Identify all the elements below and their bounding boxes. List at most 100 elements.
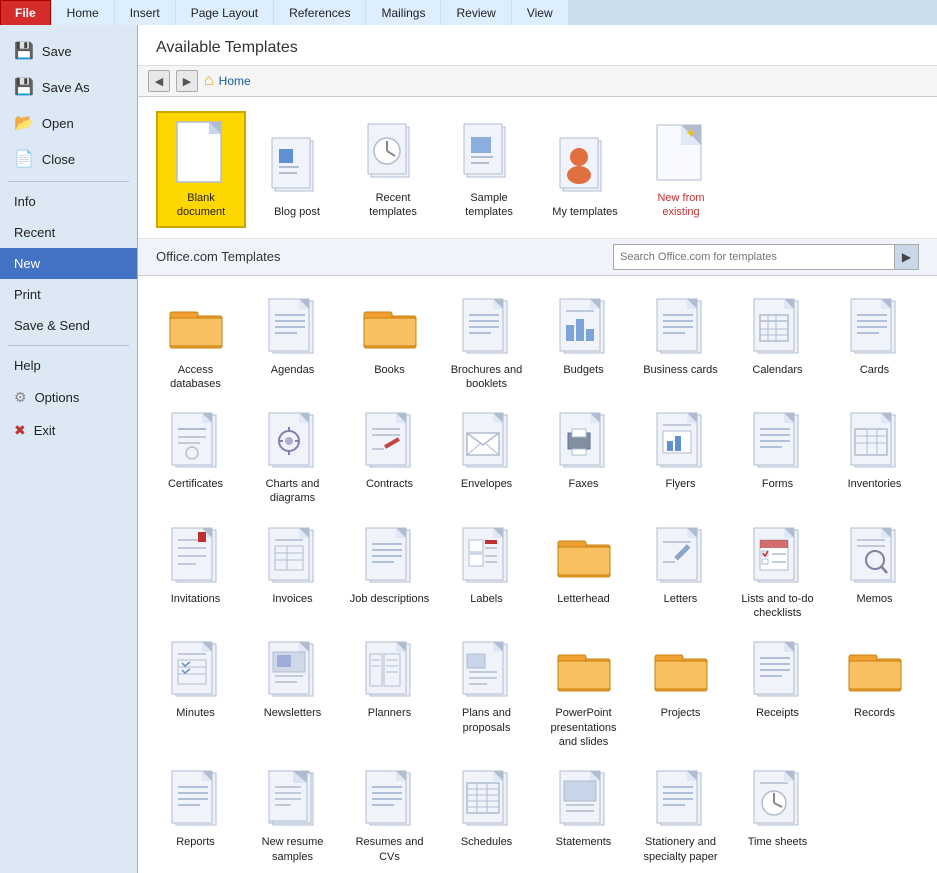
template-label: Letterhead (557, 592, 610, 606)
template-item-letterhead[interactable]: Letterhead (536, 515, 631, 628)
template-icon (164, 295, 228, 359)
template-item-invoices[interactable]: Invoices (245, 515, 340, 628)
sidebar-item-new[interactable]: New (0, 248, 137, 279)
template-item-minutes[interactable]: Minutes (148, 629, 243, 756)
template-icon (164, 767, 228, 831)
template-item-agendas[interactable]: Agendas (245, 286, 340, 399)
template-item-memos[interactable]: Memos (827, 515, 922, 628)
template-item-new-resume-samples[interactable]: New resume samples (245, 758, 340, 871)
ribbon-tab-file[interactable]: File (0, 0, 51, 25)
sidebar-item-exit[interactable]: ✖Exit (0, 414, 137, 447)
template-item-stationery-and-specialty-paper[interactable]: Stationery and specialty paper (633, 758, 728, 871)
template-icon (455, 638, 519, 702)
sidebar-item-save-as[interactable]: 💾Save As (0, 69, 137, 105)
sidebar-item-help[interactable]: Help (0, 350, 137, 381)
search-button[interactable]: ▶ (894, 245, 918, 269)
nav-home-link[interactable]: ⌂ Home (204, 72, 251, 90)
template-item-envelopes[interactable]: Envelopes (439, 400, 534, 513)
template-item-schedules[interactable]: Schedules (439, 758, 534, 871)
featured-label: My templates (552, 205, 617, 219)
featured-item-new-from-existing[interactable]: ✦ New from existing (636, 111, 726, 228)
template-item-budgets[interactable]: Budgets (536, 286, 631, 399)
ribbon-tab-review[interactable]: Review (441, 0, 510, 25)
template-label: Contracts (366, 477, 413, 491)
featured-item-blog-post[interactable]: Blog post (252, 125, 342, 227)
template-item-contracts[interactable]: Contracts (342, 400, 437, 513)
template-item-planners[interactable]: Planners (342, 629, 437, 756)
template-item-newsletters[interactable]: Newsletters (245, 629, 340, 756)
ribbon-tab-page-layout[interactable]: Page Layout (176, 0, 273, 25)
template-item-plans-and-proposals[interactable]: Plans and proposals (439, 629, 534, 756)
featured-item-blank-document[interactable]: Blank document (156, 111, 246, 228)
template-item-invitations[interactable]: Invitations (148, 515, 243, 628)
nav-back-button[interactable]: ◀ (148, 70, 170, 92)
template-item-lists-and-to-do-checklists[interactable]: Lists and to-do checklists (730, 515, 825, 628)
featured-icon (455, 119, 523, 187)
sidebar-item-print[interactable]: Print (0, 279, 137, 310)
main-content: Available Templates ◀ ▶ ⌂ Home Blank doc… (138, 25, 937, 873)
sidebar-item-close[interactable]: 📄Close (0, 141, 137, 177)
template-item-time-sheets[interactable]: Time sheets (730, 758, 825, 871)
ribbon-tab-insert[interactable]: Insert (115, 0, 175, 25)
template-label: Charts and diagrams (250, 477, 335, 506)
template-item-job-descriptions[interactable]: Job descriptions (342, 515, 437, 628)
template-icon (552, 638, 616, 702)
open-icon: 📂 (14, 113, 34, 133)
featured-label: New from existing (642, 191, 720, 220)
saveas-icon: 💾 (14, 77, 34, 97)
template-item-forms[interactable]: Forms (730, 400, 825, 513)
templates-grid: Access databases Agendas Books Brochures… (138, 276, 937, 873)
ribbon-tab-references[interactable]: References (274, 0, 365, 25)
template-item-calendars[interactable]: Calendars (730, 286, 825, 399)
sidebar-item-options[interactable]: ⚙Options (0, 381, 137, 414)
template-label: Brochures and booklets (444, 363, 529, 392)
template-item-receipts[interactable]: Receipts (730, 629, 825, 756)
template-icon (649, 409, 713, 473)
template-item-reports[interactable]: Reports (148, 758, 243, 871)
save-icon: 💾 (14, 41, 34, 61)
nav-forward-button[interactable]: ▶ (176, 70, 198, 92)
sidebar-item-save---send[interactable]: Save & Send (0, 310, 137, 341)
sidebar-item-open[interactable]: 📂Open (0, 105, 137, 141)
featured-icon (359, 119, 427, 187)
template-item-resumes-and-cvs[interactable]: Resumes and CVs (342, 758, 437, 871)
template-label: Labels (470, 592, 502, 606)
template-item-powerpoint-presentations-and-slides[interactable]: PowerPoint presentations and slides (536, 629, 631, 756)
template-item-access-databases[interactable]: Access databases (148, 286, 243, 399)
template-item-business-cards[interactable]: Business cards (633, 286, 728, 399)
template-item-letters[interactable]: Letters (633, 515, 728, 628)
sidebar-item-save[interactable]: 💾Save (0, 33, 137, 69)
template-label: New resume samples (250, 835, 335, 864)
featured-item-recent-templates[interactable]: Recent templates (348, 111, 438, 228)
home-icon: ⌂ (204, 72, 214, 90)
section-label: Office.com Templates (156, 249, 281, 264)
featured-item-sample-templates[interactable]: Sample templates (444, 111, 534, 228)
template-item-charts-and-diagrams[interactable]: Charts and diagrams (245, 400, 340, 513)
ribbon: FileHomeInsertPage LayoutReferencesMaili… (0, 0, 937, 25)
template-label: Resumes and CVs (347, 835, 432, 864)
template-icon (843, 638, 907, 702)
search-input[interactable] (614, 248, 894, 266)
ribbon-tab-home[interactable]: Home (52, 0, 114, 25)
sidebar-item-recent[interactable]: Recent (0, 217, 137, 248)
featured-label: Blog post (274, 205, 320, 219)
sidebar-item-info[interactable]: Info (0, 186, 137, 217)
template-item-certificates[interactable]: Certificates (148, 400, 243, 513)
options-icon: ⚙ (14, 389, 27, 406)
template-item-inventories[interactable]: Inventories (827, 400, 922, 513)
template-item-statements[interactable]: Statements (536, 758, 631, 871)
featured-item-my-templates[interactable]: My templates (540, 125, 630, 227)
ribbon-tab-view[interactable]: View (512, 0, 568, 25)
template-item-cards[interactable]: Cards (827, 286, 922, 399)
template-label: PowerPoint presentations and slides (541, 706, 626, 749)
template-icon (746, 524, 810, 588)
template-item-records[interactable]: Records (827, 629, 922, 756)
template-icon (552, 295, 616, 359)
template-item-faxes[interactable]: Faxes (536, 400, 631, 513)
template-item-brochures-and-booklets[interactable]: Brochures and booklets (439, 286, 534, 399)
ribbon-tab-mailings[interactable]: Mailings (366, 0, 440, 25)
template-item-books[interactable]: Books (342, 286, 437, 399)
template-item-labels[interactable]: Labels (439, 515, 534, 628)
template-item-flyers[interactable]: Flyers (633, 400, 728, 513)
template-item-projects[interactable]: Projects (633, 629, 728, 756)
